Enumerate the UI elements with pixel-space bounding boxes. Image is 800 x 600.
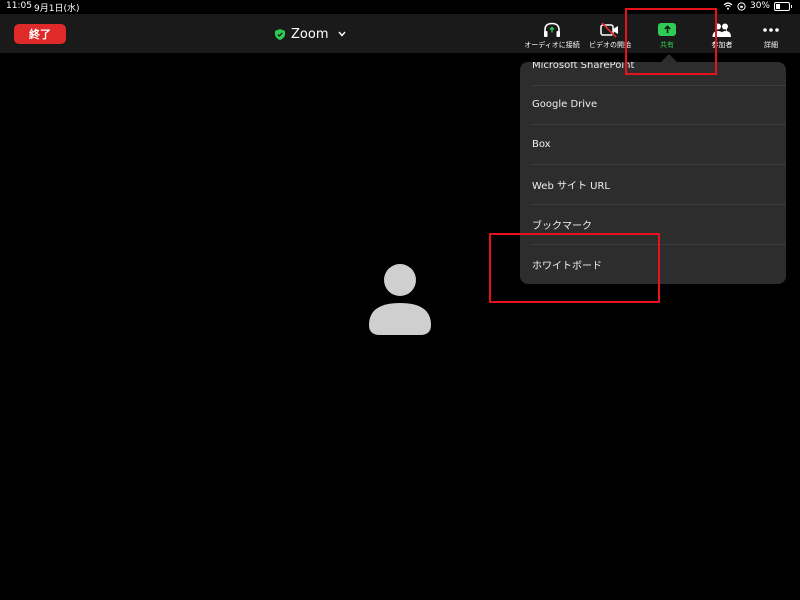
participant-avatar-icon [369, 264, 431, 335]
zoom-meeting-screen: 11:05 9月1日(水) 30% 終了 Zoom オーディオに接続 ビデオの開… [0, 0, 800, 600]
share-button-highlight [625, 8, 717, 75]
end-meeting-button[interactable]: 終了 [14, 24, 66, 44]
video-off-icon [600, 21, 618, 38]
rotation-lock-icon [737, 1, 746, 11]
battery-icon [774, 1, 790, 11]
more-button[interactable]: 詳細 [741, 21, 800, 51]
meeting-title-dropdown[interactable]: Zoom [275, 24, 347, 44]
shield-check-icon [275, 28, 285, 40]
more-dots-icon [763, 27, 779, 32]
chevron-down-icon [338, 31, 347, 37]
more-label: 詳細 [764, 41, 778, 49]
headphones-icon [544, 22, 560, 37]
battery-nub [791, 4, 792, 8]
wifi-icon [723, 2, 733, 10]
status-time: 11:05 [6, 1, 32, 11]
participants-count: 1 [724, 27, 729, 35]
meeting-title: Zoom [291, 26, 329, 42]
menu-item-google-drive[interactable]: Google Drive [532, 84, 786, 125]
status-indicators: 30% [723, 1, 792, 11]
audio-button[interactable]: オーディオに接続 [522, 21, 582, 51]
battery-percentage: 30% [749, 1, 770, 11]
whiteboard-highlight [489, 233, 660, 303]
status-date: 9月1日(水) [34, 4, 80, 14]
menu-item-box[interactable]: Box [532, 124, 786, 165]
menu-item-website-url[interactable]: Web サイト URL [532, 164, 786, 205]
audio-label: オーディオに接続 [524, 41, 580, 49]
